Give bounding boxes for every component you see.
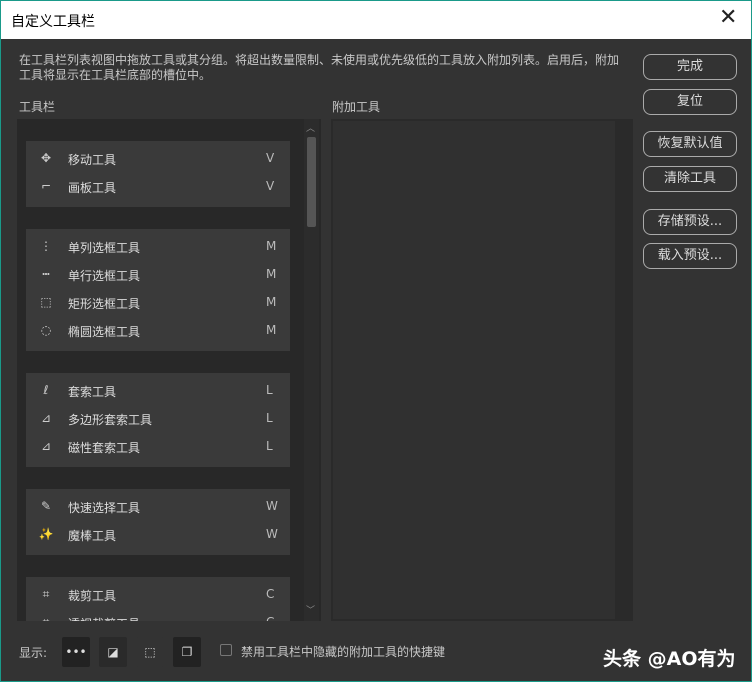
tool-group[interactable]: ℓ 套索工具 L ⊿ 多边形套索工具 L ⊿ 磁性套索工具 L bbox=[26, 373, 290, 467]
tool-shortcut: M bbox=[266, 267, 277, 281]
tool-name: 透视裁剪工具 bbox=[68, 615, 140, 621]
disable-shortcuts-checkbox[interactable] bbox=[220, 644, 232, 656]
show-label: 显示: bbox=[19, 646, 48, 660]
tool-row[interactable]: ✎ 快速选择工具 W bbox=[26, 493, 290, 521]
toolbar-label: 工具栏 bbox=[19, 100, 56, 114]
tool-shortcut: W bbox=[266, 499, 278, 513]
done-button[interactable]: 完成 bbox=[643, 54, 737, 80]
tool-shortcut: C bbox=[266, 587, 275, 601]
tool-group[interactable]: ✎ 快速选择工具 W ✨ 魔棒工具 W bbox=[26, 489, 290, 555]
tool-group[interactable]: ✥ 移动工具 V ⌐ 画板工具 V bbox=[26, 141, 290, 207]
magic-wand-icon: ✨ bbox=[38, 527, 54, 541]
tool-name: 磁性套索工具 bbox=[68, 441, 141, 455]
tool-name: 魔棒工具 bbox=[68, 529, 117, 543]
tool-shortcut: L bbox=[266, 439, 273, 453]
artboard-icon: ⌐ bbox=[40, 179, 52, 193]
tool-row[interactable]: ⌗ 裁剪工具 C bbox=[26, 581, 290, 609]
customize-toolbar-dialog: 自定义工具栏 ✕ 在工具栏列表视图中拖放工具或其分组。将超出数量限制、未使用或优… bbox=[0, 0, 752, 682]
clear-tools-button[interactable]: 清除工具 bbox=[643, 166, 737, 192]
polygon-lasso-icon: ⊿ bbox=[40, 411, 52, 425]
tool-name: 套索工具 bbox=[68, 385, 117, 399]
scroll-thumb[interactable] bbox=[307, 137, 316, 227]
single-row-marquee-icon: ┅ bbox=[42, 267, 50, 281]
tool-group[interactable]: ⌗ 裁剪工具 C ⌗ 透视裁剪工具 C bbox=[26, 577, 290, 621]
tool-row[interactable]: ℓ 套索工具 L bbox=[26, 377, 290, 405]
fg-bg-color-icon[interactable]: ◪ bbox=[99, 637, 127, 667]
tool-name: 椭圆选框工具 bbox=[68, 325, 141, 339]
reset-button[interactable]: 复位 bbox=[643, 89, 737, 115]
quick-select-icon: ✎ bbox=[40, 499, 52, 513]
rect-marquee-icon: ⬚ bbox=[40, 295, 52, 309]
toolbar-list[interactable]: ⌗ 裁剪工具 C ⌗ 透视裁剪工具 C ✎ 快速选择工具 W ✨ 魔棒工具 Wℓ 套索工具 L ⊿ 多边形套索… bbox=[17, 119, 321, 621]
dialog-title: 自定义工具栏 bbox=[11, 14, 95, 30]
tool-row[interactable]: ◌ 椭圆选框工具 M bbox=[26, 317, 290, 345]
save-preset-button[interactable]: 存储预设... bbox=[643, 209, 737, 235]
tool-name: 快速选择工具 bbox=[68, 501, 141, 515]
tool-row[interactable]: ⊿ 磁性套索工具 L bbox=[26, 433, 290, 461]
tool-name: 单列选框工具 bbox=[68, 241, 141, 255]
load-preset-button[interactable]: 载入预设... bbox=[643, 243, 737, 269]
more-icon[interactable]: ••• bbox=[62, 637, 90, 667]
watermark: 头条 @AO有为 bbox=[603, 648, 736, 670]
tool-name: 多边形套索工具 bbox=[68, 413, 153, 427]
scroll-up-icon[interactable]: ︿ bbox=[306, 121, 315, 134]
single-column-marquee-icon: ⋮ bbox=[40, 239, 52, 253]
tool-group[interactable]: ⋮ 单列选框工具 M ┅ 单行选框工具 M ⬚ 矩形选框工具 M ◌ 椭圆选框工具 M bbox=[26, 229, 290, 351]
tool-row[interactable]: ⬚ 矩形选框工具 M bbox=[26, 289, 290, 317]
scroll-down-icon[interactable]: ﹀ bbox=[306, 603, 315, 616]
tool-row[interactable]: ┅ 单行选框工具 M bbox=[26, 261, 290, 289]
tool-name: 移动工具 bbox=[68, 153, 117, 167]
tool-shortcut: C bbox=[266, 615, 274, 621]
screen-mode-icon[interactable]: ❐ bbox=[173, 637, 201, 667]
tool-shortcut: M bbox=[266, 323, 277, 337]
scrollbar[interactable]: ︿ ﹀ bbox=[304, 119, 319, 621]
perspective-crop-icon: ⌗ bbox=[38, 615, 54, 621]
tool-shortcut: M bbox=[266, 295, 277, 309]
tool-name: 矩形选框工具 bbox=[68, 297, 141, 311]
disable-shortcuts-label[interactable]: 禁用工具栏中隐藏的附加工具的快捷键 bbox=[241, 643, 445, 660]
magnetic-lasso-icon: ⊿ bbox=[40, 439, 52, 453]
crop-icon: ⌗ bbox=[42, 587, 50, 601]
tool-name: 裁剪工具 bbox=[68, 589, 117, 603]
ellipse-marquee-icon: ◌ bbox=[40, 323, 52, 337]
tool-row[interactable]: ⊿ 多边形套索工具 L bbox=[26, 405, 290, 433]
quick-mask-icon[interactable]: ⬚ bbox=[136, 637, 164, 667]
tool-shortcut: M bbox=[266, 239, 277, 253]
description: 在工具栏列表视图中拖放工具或其分组。将超出数量限制、未使用或优先级低的工具放入附… bbox=[19, 53, 620, 82]
tool-name: 画板工具 bbox=[68, 181, 117, 195]
tool-shortcut: W bbox=[266, 527, 278, 541]
title-bar: 自定义工具栏 ✕ bbox=[1, 1, 751, 39]
tool-shortcut: L bbox=[266, 411, 273, 425]
tool-name: 单行选框工具 bbox=[68, 269, 141, 283]
restore-defaults-button[interactable]: 恢复默认值 bbox=[643, 131, 737, 157]
tool-row[interactable]: ⌗ 透视裁剪工具 C bbox=[26, 609, 290, 621]
tool-row[interactable]: ✥ 移动工具 V bbox=[26, 145, 290, 173]
tool-shortcut: V bbox=[266, 151, 275, 165]
move-icon: ✥ bbox=[40, 151, 52, 165]
close-icon[interactable]: ✕ bbox=[719, 5, 737, 30]
extra-tools-label: 附加工具 bbox=[332, 100, 381, 114]
tool-row[interactable]: ✨ 魔棒工具 W bbox=[26, 521, 290, 549]
lasso-icon: ℓ bbox=[43, 383, 49, 397]
tool-shortcut: V bbox=[266, 179, 275, 193]
tool-row[interactable]: ⌐ 画板工具 V bbox=[26, 173, 290, 201]
tool-shortcut: L bbox=[266, 383, 273, 397]
tool-row[interactable]: ⋮ 单列选框工具 M bbox=[26, 233, 290, 261]
extra-tools-list[interactable] bbox=[331, 119, 633, 621]
